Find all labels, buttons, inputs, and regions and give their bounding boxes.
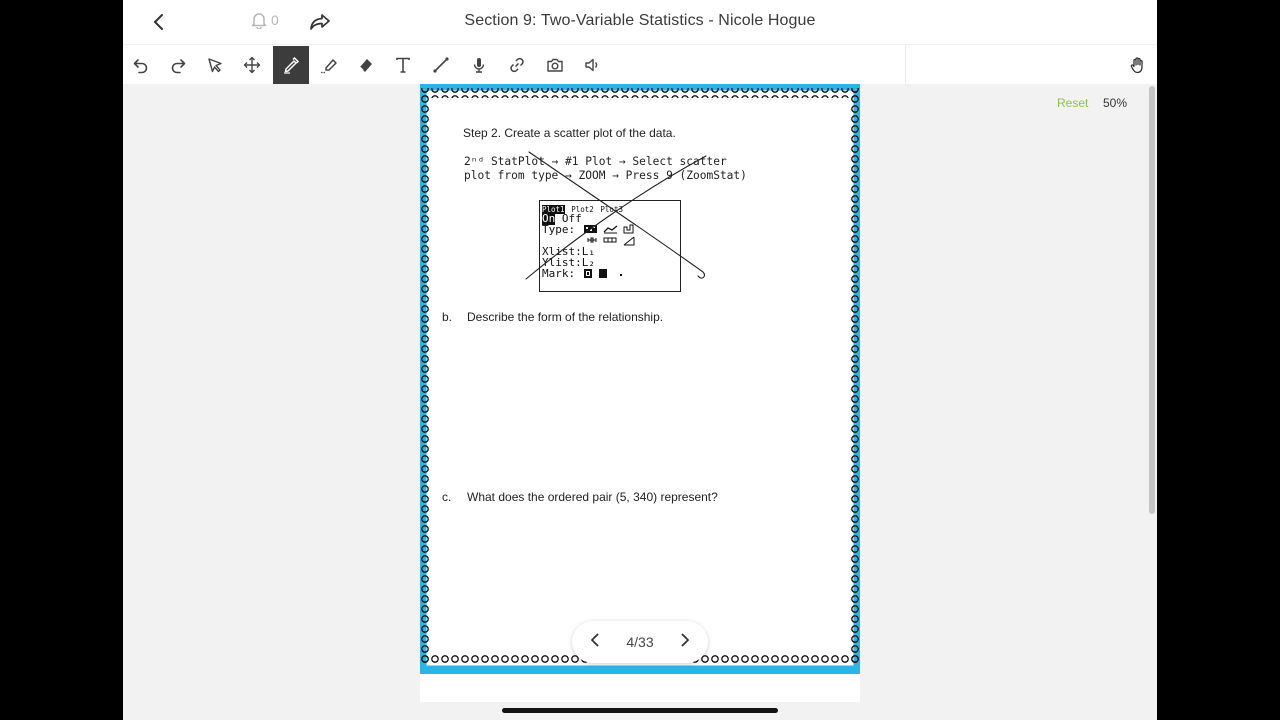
- previous-page-button[interactable]: [590, 633, 600, 652]
- cursor-icon: [208, 58, 222, 73]
- eraser-tool[interactable]: [348, 46, 384, 84]
- page-title: Section 9: Two-Variable Statistics - Nic…: [464, 12, 816, 29]
- page-counter: 4/33: [626, 634, 654, 650]
- calculator-screen: Plot1 Plot2 Plot3 On Off Type: Xlist:L₁ …: [539, 200, 681, 292]
- step2-text: Step 2. Create a scatter plot of the dat…: [463, 126, 676, 140]
- highlighter-icon: [321, 59, 337, 74]
- chevron-left-icon: [154, 14, 163, 30]
- question-c-label: c.: [442, 490, 452, 504]
- text-tool[interactable]: [385, 46, 421, 84]
- line-icon: [433, 57, 449, 73]
- link-button[interactable]: [499, 46, 535, 84]
- bell-icon: [251, 13, 267, 29]
- redo-icon: [171, 59, 186, 74]
- instruction-line-2: plot from type → ZOOM → Press 9 (ZoomSta…: [464, 169, 747, 182]
- link-icon: [510, 57, 524, 73]
- toolbar-divider: [905, 45, 906, 85]
- home-indicator[interactable]: [502, 708, 778, 713]
- undo-icon: [133, 59, 148, 74]
- question-b-label: b.: [442, 310, 453, 324]
- redo-button[interactable]: [160, 46, 196, 84]
- zoom-level: 50%: [1103, 96, 1128, 110]
- document-page[interactable]: Step 2. Create a scatter plot of the dat…: [420, 84, 860, 702]
- line-tool[interactable]: [423, 46, 459, 84]
- chevron-right-icon: [681, 633, 689, 646]
- pen-icon: [284, 56, 300, 74]
- vertical-scrollbar[interactable]: [1149, 86, 1155, 514]
- hand-icon: [1130, 57, 1143, 74]
- record-audio-button[interactable]: [461, 46, 497, 84]
- page-navigator: 4/33: [572, 621, 708, 663]
- notifications-button[interactable]: 0: [251, 11, 279, 29]
- calc-tab-plot3: Plot3: [600, 205, 623, 214]
- next-page-button[interactable]: [680, 633, 690, 652]
- instruction-line-1: 2ⁿᵈ StatPlot → #1 Plot → Select scatter: [464, 155, 727, 168]
- app-window: 0 Section 9: Two-Variable Statistics - N…: [123, 0, 1157, 720]
- share-icon: [310, 14, 330, 30]
- calc-mark-label: Mark:: [542, 267, 576, 280]
- question-b-text: Describe the form of the relationship.: [467, 310, 664, 324]
- mark-options-icons: [583, 269, 622, 278]
- select-tool[interactable]: [197, 46, 233, 84]
- chevron-left-icon: [591, 633, 599, 646]
- highlighter-tool[interactable]: [311, 46, 347, 84]
- plot-type-icons: [583, 224, 635, 246]
- audio-button[interactable]: [574, 46, 610, 84]
- move-tool[interactable]: [234, 46, 270, 84]
- question-c-text: What does the ordered pair (5, 340) repr…: [467, 490, 718, 504]
- calc-type-label: Type:: [542, 223, 576, 236]
- text-icon: [396, 57, 410, 73]
- pen-tool[interactable]: [273, 46, 309, 84]
- share-button[interactable]: [308, 10, 332, 34]
- undo-button[interactable]: [123, 46, 159, 84]
- camera-icon: [547, 58, 563, 72]
- camera-button[interactable]: [537, 46, 573, 84]
- reset-zoom-button[interactable]: Reset: [1057, 96, 1088, 110]
- header-bar: 0 Section 9: Two-Variable Statistics - N…: [123, 0, 1157, 44]
- hand-tool[interactable]: [1120, 46, 1156, 84]
- move-icon: [243, 56, 261, 74]
- annotation-toolbar: [123, 44, 1157, 85]
- eraser-icon: [359, 59, 372, 72]
- speaker-icon: [585, 58, 598, 72]
- notification-count: 0: [271, 12, 279, 28]
- microphone-icon: [473, 58, 485, 73]
- back-button[interactable]: [147, 10, 171, 34]
